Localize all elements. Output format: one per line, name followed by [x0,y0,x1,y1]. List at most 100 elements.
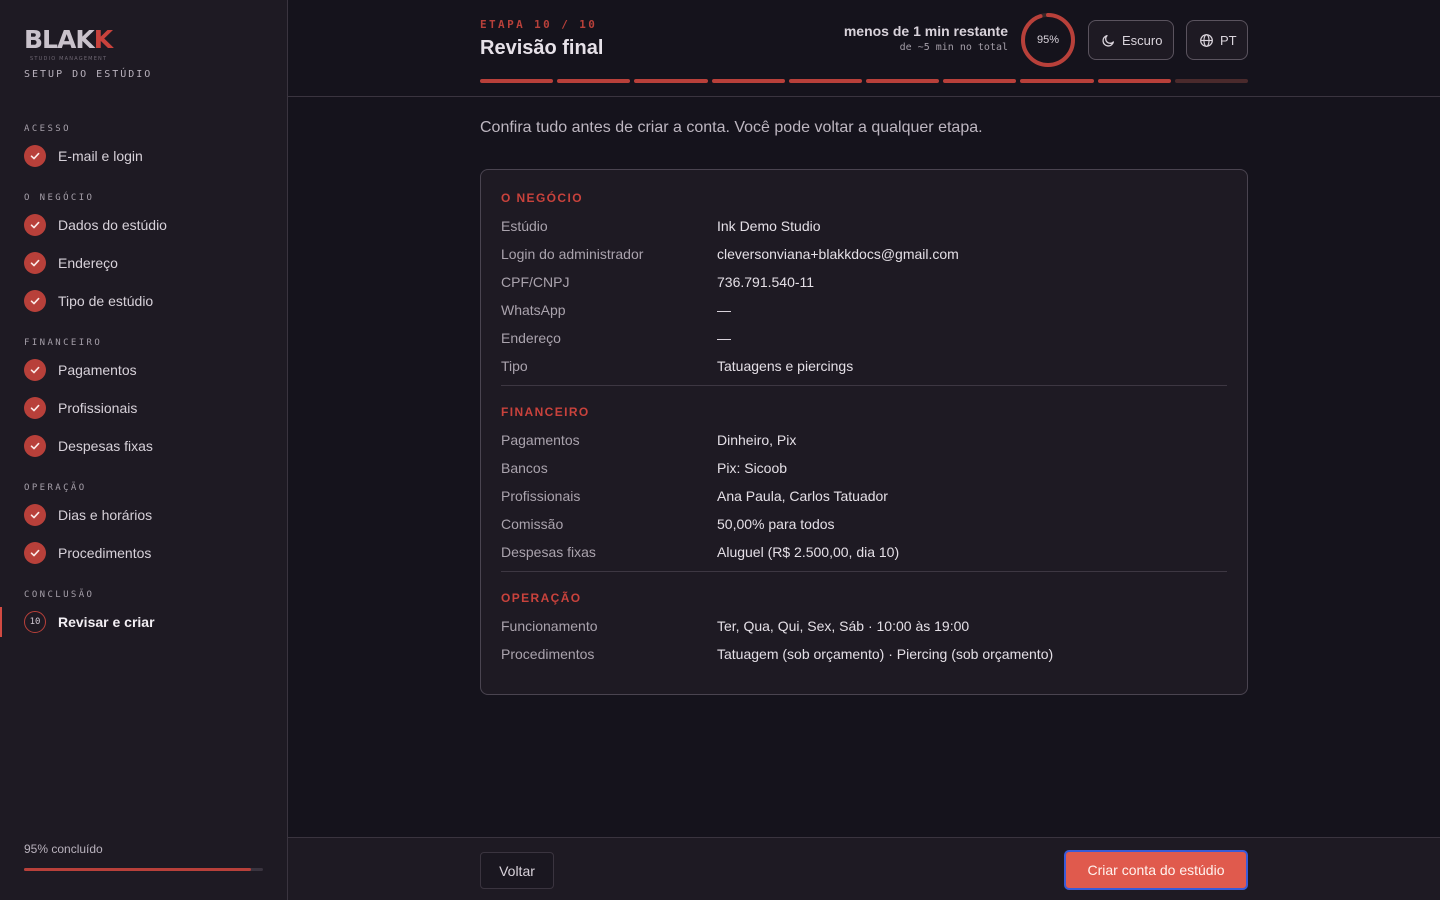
nav-item-review-create[interactable]: 10 Revisar e criar [0,603,287,641]
check-icon [24,397,46,419]
summary-value: Tatuagem (sob orçamento) · Piercing (sob… [717,646,1054,662]
nav-section-title: FINANCEIRO [24,338,103,348]
summary-key: Login do administrador [501,246,644,262]
nav-item-procedures[interactable]: Procedimentos [0,534,287,572]
section-divider [501,385,1227,386]
summary-row: Funcionamento Ter, Qua, Qui, Sex, Sáb · 1… [501,612,1227,640]
nav-item-days-hours[interactable]: Dias e horários [0,496,287,534]
summary-row: Login do administrador cleversonviana+bla… [501,240,1227,268]
summary-section-title: O NEGÓCIO [501,191,583,205]
time-total: de ~5 min no total [899,42,1008,53]
logo-mark: BLAKK [24,25,113,54]
nav-item-label: Pagamentos [58,362,137,378]
summary-value: Ana Paula, Carlos Tatuador [717,488,888,504]
summary-section-operation: Funcionamento Ter, Qua, Qui, Sex, Sáb · 1… [501,612,1227,668]
check-icon [24,214,46,236]
summary-row: CPF/CNPJ 736.791.540-11 [501,268,1227,296]
summary-row: Despesas fixas Aluguel (R$ 2.500,00, dia … [501,538,1227,566]
summary-section-title: FINANCEIRO [501,405,590,419]
nav-item-label: Procedimentos [58,545,152,561]
nav-item-label: Dias e horários [58,507,153,523]
check-icon [24,290,46,312]
progress-ring-label: 95% [1036,34,1060,46]
nav-item-fixed-expenses[interactable]: Despesas fixas [0,427,287,465]
sidebar-progress-label: 95% concluído [24,842,103,856]
progress-segment [557,79,631,83]
summary-value: cleversonviana+blakkdocs@gmail.com [717,246,959,262]
summary-section-title: OPERAÇÃO [501,591,582,605]
language-button[interactable]: PT [1186,20,1248,60]
progress-segment [943,79,1017,83]
sidebar-progress-fill [24,868,252,871]
review-intro: Confira tudo antes de criar a conta. Voc… [480,119,983,136]
sidebar-progress: 95% concluído [24,842,263,871]
review-summary-card: O NEGÓCIO Estúdio Ink Demo Studio Login d… [480,169,1248,695]
nav-item-email-login[interactable]: E-mail e login [0,137,287,175]
summary-key: Bancos [501,460,548,476]
summary-row: Procedimentos Tatuagem (sob orçamento) · … [501,640,1227,668]
summary-value: Dinheiro, Pix [717,432,797,448]
summary-row: WhatsApp — [501,296,1227,324]
summary-value: Aluguel (R$ 2.500,00, dia 10) [717,544,900,560]
summary-value: 736.791.540-11 [717,274,815,290]
summary-key: WhatsApp [501,302,566,318]
nav-item-label: E-mail e login [58,148,143,164]
section-divider [501,571,1227,572]
summary-row: Endereço — [501,324,1227,352]
check-icon [24,435,46,457]
summary-value: — [717,330,731,346]
progress-segment [1097,79,1171,83]
check-icon [24,252,46,274]
theme-toggle-button[interactable]: Escuro [1088,20,1174,60]
summary-key: Tipo [501,358,528,374]
nav-item-label: Profissionais [58,400,138,416]
summary-value: Pix: Sicoob [717,460,788,476]
summary-row: Pagamentos Dinheiro, Pix [501,426,1227,454]
summary-value: — [717,302,731,318]
nav-item-studio-data[interactable]: Dados do estúdio [0,206,287,244]
check-icon [24,359,46,381]
check-icon [24,145,46,167]
nav-section-title: OPERAÇÃO [24,483,87,493]
check-icon [24,504,46,526]
summary-key: CPF/CNPJ [501,274,570,290]
summary-value: Ink Demo Studio [717,218,821,234]
sidebar-progress-bar [24,868,263,871]
summary-row: Estúdio Ink Demo Studio [501,212,1227,240]
summary-key: Estúdio [501,218,548,234]
time-remaining: menos de 1 min restante [843,23,1008,39]
summary-row: Tipo Tatuagens e piercings [501,352,1227,380]
top-bar: ETAPA 10 / 10 Revisão final menos de 1 m… [288,0,1440,97]
nav-item-label: Endereço [58,255,118,271]
progress-ring: 95% [1020,12,1076,68]
summary-row: Comissão 50,00% para todos [501,510,1227,538]
summary-row: Profissionais Ana Paula, Carlos Tatuador [501,482,1227,510]
theme-label: Escuro [1122,32,1163,48]
step-progress-segments [480,79,1249,83]
summary-key: Funcionamento [501,618,598,634]
nav-item-studio-type[interactable]: Tipo de estúdio [0,282,287,320]
nav-item-label: Tipo de estúdio [58,293,154,309]
progress-segment [866,79,940,83]
moon-icon [1101,33,1116,48]
nav-section-title: O NEGÓCIO [24,193,95,203]
nav-item-label: Despesas fixas [58,438,153,454]
nav-item-address[interactable]: Endereço [0,244,287,282]
summary-value: Ter, Qua, Qui, Sex, Sáb · 10:00 às 19:00 [717,618,970,634]
logo-subtitle: STUDIO MANAGEMENT [30,56,108,62]
language-label: PT [1220,32,1237,48]
summary-row: Bancos Pix: Sicoob [501,454,1227,482]
create-studio-account-button[interactable]: Criar conta do estúdio [1064,850,1248,890]
sidebar: BLAKK STUDIO MANAGEMENT SETUP DO ESTÚDIO… [0,0,288,900]
summary-value: Tatuagens e piercings [717,358,854,374]
progress-segment [788,79,863,83]
summary-key: Despesas fixas [501,544,596,560]
nav-section-title: ACESSO [24,124,71,134]
back-button[interactable]: Voltar [480,852,554,889]
progress-segment [1174,79,1249,83]
step-nav: ACESSO E-mail e login O NEGÓCIO Dados do… [0,110,287,641]
summary-key: Profissionais [501,488,581,504]
nav-item-professionals[interactable]: Profissionais [0,389,287,427]
nav-item-payments[interactable]: Pagamentos [0,351,287,389]
time-estimate: menos de 1 min restante de ~5 min no tot… [844,23,1008,53]
